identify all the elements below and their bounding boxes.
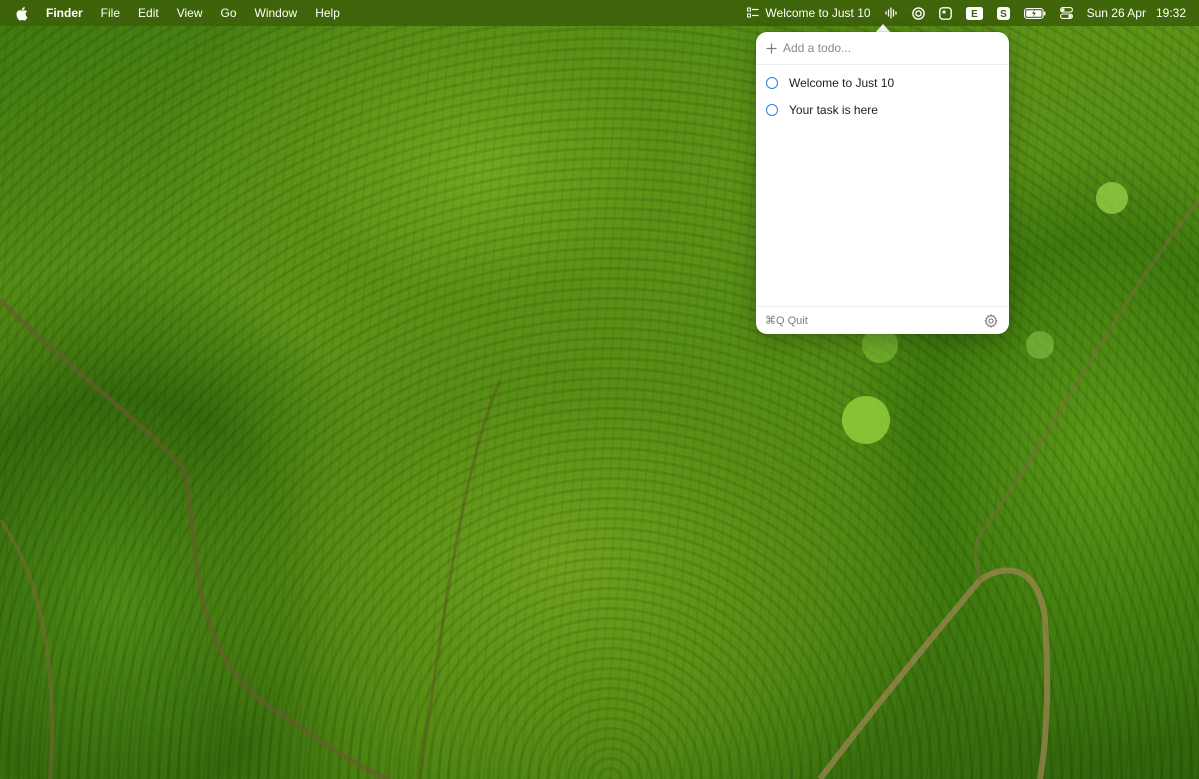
s-badge-letter: S xyxy=(1000,9,1007,20)
add-todo-input[interactable] xyxy=(783,41,993,55)
menu-file[interactable]: File xyxy=(92,0,129,26)
just10-popover: Welcome to Just 10 Your task is here ⌘Q … xyxy=(756,32,1009,334)
menu-bar: Finder File Edit View Go Window Help Wel… xyxy=(0,0,1199,26)
todo-checkbox[interactable] xyxy=(766,76,778,89)
todo-text: Your task is here xyxy=(789,102,878,117)
s-badge-icon[interactable]: S xyxy=(990,0,1017,26)
e-badge-letter: E xyxy=(971,9,978,20)
control-center-icon[interactable] xyxy=(1053,0,1080,26)
menu-window[interactable]: Window xyxy=(246,0,307,26)
quit-button[interactable]: ⌘Q Quit xyxy=(765,314,808,327)
add-todo-row xyxy=(756,32,1009,65)
wallpaper-paths xyxy=(0,182,1199,779)
apple-menu-icon[interactable] xyxy=(14,5,28,21)
desktop-wallpaper: Finder File Edit View Go Window Help Wel… xyxy=(0,0,1199,779)
todo-list: Welcome to Just 10 Your task is here xyxy=(756,65,1009,123)
just10-status-item[interactable]: Welcome to Just 10 xyxy=(740,0,877,26)
popover-footer: ⌘Q Quit xyxy=(756,306,1009,334)
todo-text: Welcome to Just 10 xyxy=(789,75,895,90)
battery-icon[interactable] xyxy=(1017,0,1053,26)
circle-logo-icon[interactable] xyxy=(905,0,932,26)
menu-app-finder[interactable]: Finder xyxy=(42,0,92,26)
wallpaper-texture xyxy=(0,0,1199,779)
todo-checkbox[interactable] xyxy=(766,103,778,116)
menubar-date: Sun 26 Apr xyxy=(1086,6,1146,20)
gear-icon[interactable] xyxy=(983,313,999,329)
menu-view[interactable]: View xyxy=(168,0,212,26)
waveform-icon[interactable] xyxy=(878,0,905,26)
e-badge-icon[interactable]: E xyxy=(959,0,990,26)
menubar-clock[interactable]: Sun 26 Apr 19:32 xyxy=(1080,0,1199,26)
menubar-time: 19:32 xyxy=(1155,6,1186,20)
menu-help[interactable]: Help xyxy=(306,0,349,26)
just10-status-title: Welcome to Just 10 xyxy=(765,6,871,20)
square-app-icon[interactable] xyxy=(932,0,959,26)
menu-go[interactable]: Go xyxy=(212,0,246,26)
menu-edit[interactable]: Edit xyxy=(129,0,168,26)
plus-icon xyxy=(765,42,777,54)
todo-item[interactable]: Welcome to Just 10 xyxy=(756,69,1009,96)
checklist-icon xyxy=(747,7,759,19)
todo-item[interactable]: Your task is here xyxy=(756,96,1009,123)
